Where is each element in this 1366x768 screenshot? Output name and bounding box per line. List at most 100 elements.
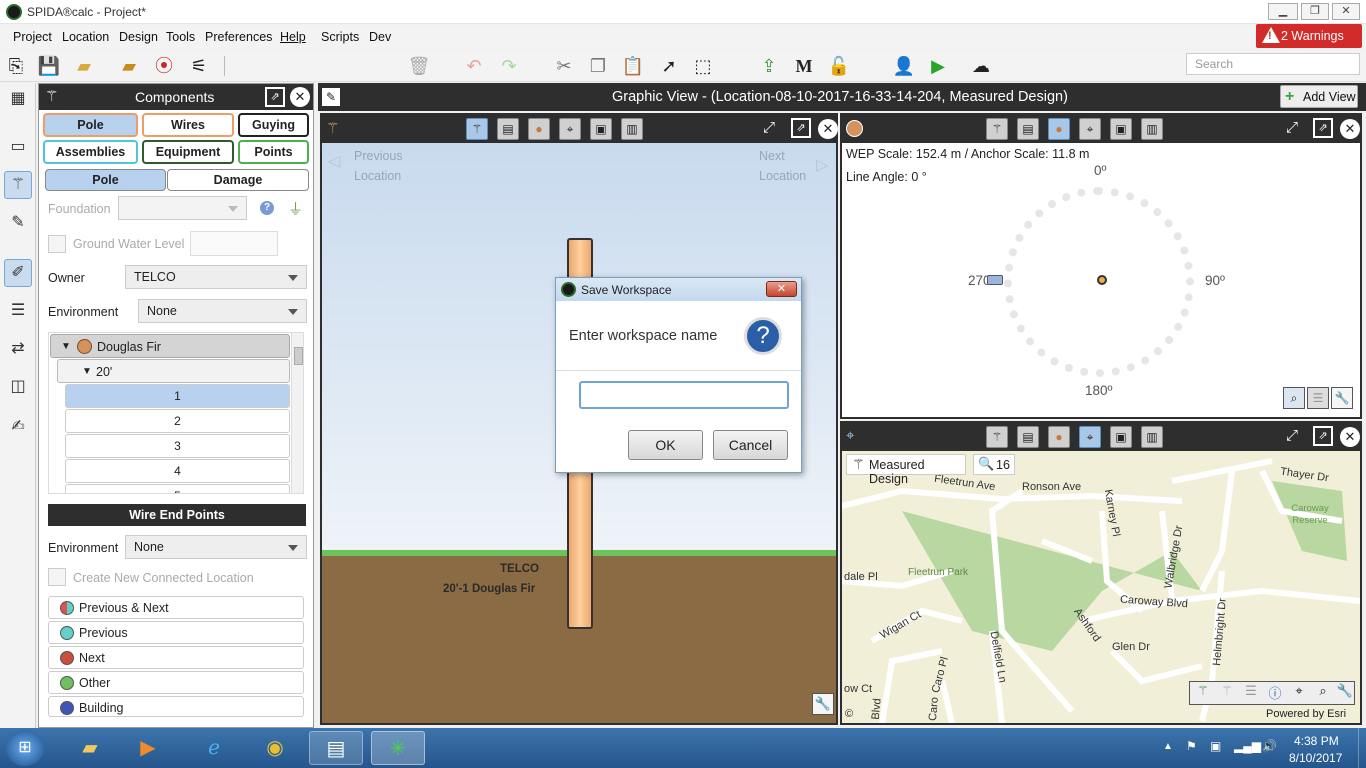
tab-pole[interactable]: Pole	[43, 113, 138, 137]
close-window-button[interactable]: ✕	[1332, 3, 1360, 20]
pole-view-button[interactable]: ⚚	[466, 118, 488, 140]
show-hidden-icon[interactable]: ▲	[1163, 741, 1173, 752]
report-view-button[interactable]: ▥	[1141, 118, 1163, 140]
app-window-icon[interactable]: ▤	[309, 731, 363, 765]
menu-design[interactable]: Design	[119, 30, 158, 44]
report-icon[interactable]: ✍	[4, 413, 32, 441]
class-row-5[interactable]: 5	[65, 484, 290, 493]
new-project-icon[interactable]: ⎘	[4, 54, 28, 78]
zoom-fit-icon[interactable]: ⌕	[1312, 683, 1334, 703]
zoom-level[interactable]: 🔍 16	[973, 454, 1015, 475]
tab-guying[interactable]: Guying	[238, 113, 309, 137]
flag-icon[interactable]: ⚑	[1186, 739, 1197, 753]
ok-button[interactable]: OK	[628, 430, 703, 460]
design-icon[interactable]: ⚟	[187, 54, 211, 78]
anchor-marker-icon[interactable]	[987, 275, 1003, 285]
m-icon[interactable]: M	[792, 54, 816, 78]
tree-height-row[interactable]: ▼ 20'	[57, 359, 290, 383]
pole-view-button[interactable]: ⚚	[986, 118, 1008, 140]
maximize-view-icon[interactable]: ⤢	[763, 119, 775, 136]
legend-building[interactable]: Building	[48, 696, 304, 717]
next-location-line1[interactable]: Next	[759, 149, 785, 163]
wep-environment-select[interactable]: None	[125, 535, 307, 559]
export-icon[interactable]: ⇪	[757, 54, 781, 78]
network-icon[interactable]: ▂▄▆	[1234, 739, 1261, 753]
menu-location[interactable]: Location	[62, 30, 109, 44]
edit-view-icon[interactable]: ✐	[4, 259, 32, 287]
wrench-icon[interactable]: 🔧	[1336, 683, 1354, 703]
help-icon[interactable]: ?	[260, 201, 274, 215]
show-desktop-button[interactable]	[1358, 728, 1366, 768]
pole-view-button[interactable]: ⚚	[986, 426, 1008, 448]
layers-view-button[interactable]: ▤	[1017, 426, 1039, 448]
graphic-edit-icon[interactable]: ✎	[322, 88, 340, 106]
cancel-button[interactable]: Cancel	[713, 430, 788, 460]
tab-points[interactable]: Points	[238, 140, 309, 164]
close-view-icon[interactable]: ✕	[1340, 427, 1360, 447]
scroll-thumb[interactable]	[294, 347, 303, 365]
copy-icon[interactable]: ❐	[586, 54, 610, 78]
warnings-button[interactable]: ! 2 Warnings	[1256, 24, 1362, 48]
tab-wires[interactable]: Wires	[142, 113, 234, 137]
previous-location-line1[interactable]: Previous	[354, 149, 403, 163]
ground-water-checkbox[interactable]	[48, 235, 66, 253]
report-view-button[interactable]: ▥	[1141, 426, 1163, 448]
next-arrow-icon[interactable]: ▷	[816, 155, 828, 175]
users-icon[interactable]: 👤	[892, 54, 916, 78]
foundation-select[interactable]	[118, 196, 247, 220]
clock-time[interactable]: 4:38 PM	[1294, 734, 1339, 748]
workspace-name-input[interactable]	[579, 381, 789, 409]
wrench-icon[interactable]: 🔧	[812, 693, 834, 715]
list-icon[interactable]: ☰	[4, 297, 32, 325]
paste-icon[interactable]: 📋	[621, 54, 645, 78]
select-icon[interactable]: ⬚	[691, 54, 715, 78]
tab-assemblies[interactable]: Assemblies	[43, 140, 138, 164]
close-view-icon[interactable]: ✕	[1340, 119, 1360, 139]
calculator-icon[interactable]: ▦	[4, 85, 32, 113]
chart-icon[interactable]: ◫	[4, 373, 32, 401]
popout-view-icon[interactable]: ⇗	[791, 118, 811, 138]
save-icon[interactable]: 💾	[37, 54, 61, 78]
chrome-icon[interactable]: ◉	[248, 731, 302, 765]
popout-view-icon[interactable]: ⇗	[1313, 426, 1333, 446]
cloud-run-icon[interactable]: ☁	[964, 54, 998, 78]
maximize-button[interactable]: ❐	[1301, 3, 1329, 20]
add-point-icon[interactable]: ➚	[657, 54, 681, 78]
owner-select[interactable]: TELCO	[125, 265, 307, 289]
undo-icon[interactable]: ↶	[462, 54, 486, 78]
environment-select[interactable]: None	[138, 299, 307, 323]
popout-icon[interactable]: ⇗	[265, 87, 285, 107]
photo-view-button[interactable]: ▣	[1110, 118, 1132, 140]
folder-icon[interactable]: ▭	[4, 133, 32, 161]
subtab-damage[interactable]: Damage	[167, 169, 309, 191]
lines-icon[interactable]: ☰	[1240, 683, 1262, 703]
previous-arrow-icon[interactable]: ◁	[328, 151, 340, 171]
minimize-button[interactable]: ▁	[1268, 3, 1298, 20]
pole-components-icon[interactable]: ⚚	[4, 171, 32, 199]
open-folder-icon[interactable]: ▰	[72, 54, 96, 78]
photo-view-button[interactable]: ▣	[590, 118, 612, 140]
top-view-button[interactable]: ●	[528, 118, 550, 140]
top-view-button[interactable]: ●	[1048, 426, 1070, 448]
pole-map-icon[interactable]: ⚚	[1216, 683, 1238, 703]
ground-water-input[interactable]	[190, 231, 278, 256]
menu-scripts[interactable]: Scripts	[321, 30, 359, 44]
add-view-button[interactable]: + Add View	[1280, 85, 1358, 108]
legend-next[interactable]: Next	[48, 646, 304, 669]
internet-explorer-icon[interactable]: ℯ	[187, 731, 241, 765]
clock-date[interactable]: 8/10/2017	[1289, 751, 1342, 765]
layers-view-button[interactable]: ▤	[497, 118, 519, 140]
layers-view-button[interactable]: ▤	[1017, 118, 1039, 140]
previous-location-line2[interactable]: Location	[354, 169, 401, 183]
top-view-button[interactable]: ●	[1048, 118, 1070, 140]
legend-other[interactable]: Other	[48, 671, 304, 694]
info-icon[interactable]: ⓘ	[1264, 683, 1286, 703]
spidacalc-taskbar-icon[interactable]: ✳	[371, 731, 425, 765]
media-player-icon[interactable]: ▶	[121, 731, 175, 765]
start-button[interactable]: ⊞	[6, 730, 44, 766]
popout-view-icon[interactable]: ⇗	[1313, 118, 1333, 138]
maximize-view-icon[interactable]: ⤢	[1286, 427, 1298, 444]
design-selector[interactable]: ⚚ Measured Design	[846, 454, 966, 486]
close-panel-icon[interactable]: ✕	[290, 87, 310, 107]
map-view-button[interactable]: ⌖	[1079, 426, 1101, 448]
